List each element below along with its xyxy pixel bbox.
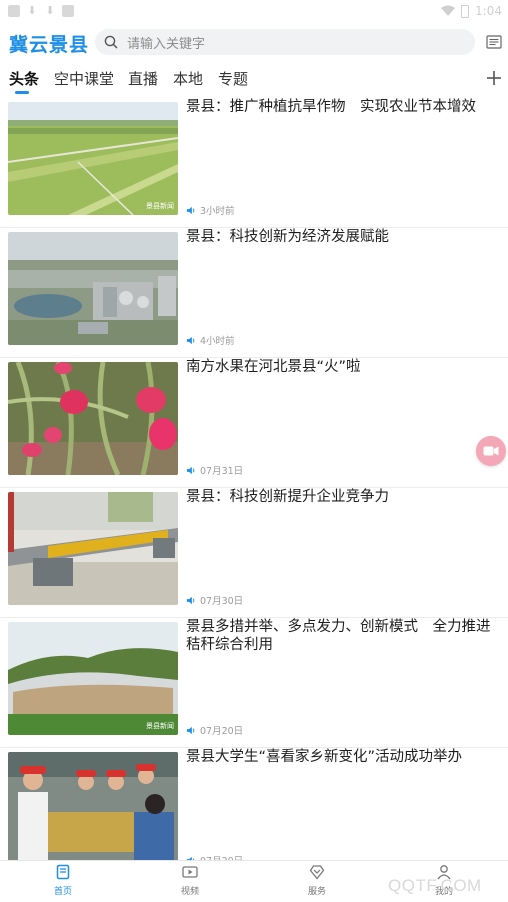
tab-live[interactable]: 直播	[128, 68, 158, 89]
news-title[interactable]: 景县多措并举、多点发力、创新模式 全力推进秸秆综合利用	[186, 618, 500, 654]
news-item[interactable]: 景县：科技创新提升企业竞争力 07月30日	[0, 488, 508, 618]
channel-tabs: 头条 空中课堂 直播 本地 专题	[0, 62, 508, 96]
home-icon	[56, 864, 70, 880]
download-icon: ⬇	[27, 4, 37, 17]
watermark: QQTF.COM	[388, 876, 482, 895]
news-time: 07月30日	[200, 596, 244, 607]
news-meta: 4小时前	[186, 333, 235, 347]
nav-video-label: 视频	[180, 887, 199, 897]
news-title[interactable]: 景县：科技创新为经济发展赋能	[186, 228, 500, 246]
news-item[interactable]: 景县大学生“喜看家乡新变化”活动成功举办 07月20日	[0, 748, 508, 878]
search-placeholder: 请输入关键字	[127, 36, 206, 52]
add-channel-icon[interactable]	[486, 70, 502, 86]
floating-video-button[interactable]	[476, 436, 506, 466]
news-title[interactable]: 景县：推广种植抗旱作物 实现农业节本增效	[186, 98, 500, 116]
news-title[interactable]: 景县：科技创新提升企业竞争力	[186, 488, 500, 506]
news-meta: 07月20日	[186, 723, 243, 737]
status-bar: ⬇ ⬇ 1:04	[0, 0, 508, 24]
speaker-icon	[186, 726, 195, 734]
tab-headlines[interactable]: 头条	[9, 68, 39, 89]
news-title[interactable]: 景县大学生“喜看家乡新变化”活动成功举办	[186, 748, 500, 766]
news-meta: 07月31日	[186, 463, 243, 477]
video-icon	[182, 866, 198, 878]
battery-icon	[461, 4, 470, 18]
newspaper-icon[interactable]	[486, 34, 502, 50]
nav-home[interactable]: 首页	[33, 864, 93, 897]
news-meta: 3小时前	[186, 203, 235, 217]
search-input[interactable]: 请输入关键字	[95, 29, 475, 55]
speaker-icon	[186, 206, 195, 214]
notification-icon	[8, 5, 20, 17]
tab-topics[interactable]: 专题	[218, 68, 248, 89]
nav-service-label: 服务	[307, 887, 326, 897]
news-thumbnail: 景县新闻	[8, 102, 178, 215]
thumb-caption: 景县新闻	[146, 721, 174, 730]
speaker-icon	[186, 466, 195, 474]
speaker-icon	[186, 596, 195, 604]
video-camera-icon	[483, 446, 499, 456]
nav-home-label: 首页	[53, 887, 72, 897]
news-thumbnail: 景县新闻	[8, 622, 178, 735]
notification-icons: ⬇ ⬇	[8, 5, 74, 17]
thumb-caption: 景县新闻	[146, 201, 174, 210]
service-icon	[309, 865, 325, 880]
news-time: 3小时前	[200, 206, 235, 217]
app-notification-icon	[62, 5, 74, 17]
active-tab-indicator	[15, 91, 29, 94]
search-icon	[104, 35, 118, 49]
news-item[interactable]: 南方水果在河北景县“火”啦 07月31日	[0, 358, 508, 488]
news-thumbnail	[8, 362, 178, 475]
wifi-icon	[441, 5, 456, 16]
download-icon: ⬇	[45, 4, 55, 17]
news-time: 07月31日	[200, 466, 244, 477]
tab-local[interactable]: 本地	[173, 68, 203, 89]
app-header: 冀云景县 请输入关键字	[0, 24, 508, 60]
news-time: 07月20日	[200, 726, 244, 737]
news-meta: 07月30日	[186, 593, 243, 607]
news-feed: 景县新闻 景县：推广种植抗旱作物 实现农业节本增效 3小时前 景县：科技创新为经…	[0, 98, 508, 878]
tab-air-classroom[interactable]: 空中课堂	[54, 68, 114, 89]
status-time: 1:04	[475, 4, 502, 18]
news-thumbnail	[8, 492, 178, 605]
news-item[interactable]: 景县：科技创新为经济发展赋能 4小时前	[0, 228, 508, 358]
nav-video[interactable]: 视频	[160, 864, 220, 897]
news-item[interactable]: 景县新闻 景县多措并举、多点发力、创新模式 全力推进秸秆综合利用 07月20日	[0, 618, 508, 748]
system-icons: 1:04	[441, 4, 502, 18]
news-time: 4小时前	[200, 336, 235, 347]
news-thumbnail	[8, 232, 178, 345]
nav-service[interactable]: 服务	[287, 864, 347, 897]
app-title: 冀云景县	[9, 34, 90, 56]
news-title[interactable]: 南方水果在河北景县“火”啦	[186, 358, 500, 376]
news-thumbnail	[8, 752, 178, 865]
speaker-icon	[186, 336, 195, 344]
news-item[interactable]: 景县新闻 景县：推广种植抗旱作物 实现农业节本增效 3小时前	[0, 98, 508, 228]
